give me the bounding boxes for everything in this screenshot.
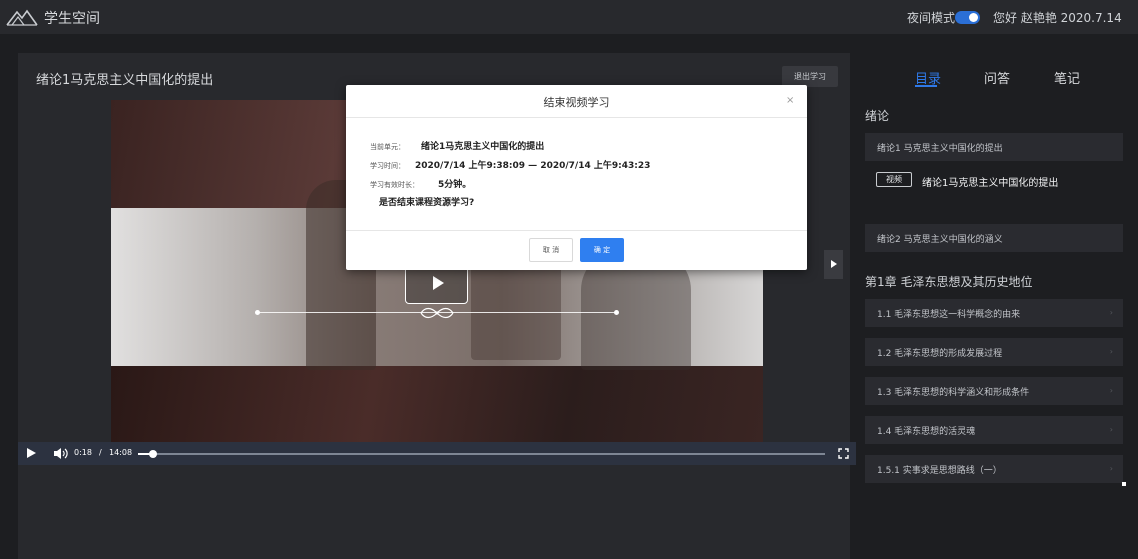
lesson-title: 绪论1马克思主义中国化的提出 bbox=[36, 73, 214, 88]
tab-qa[interactable]: 问答 bbox=[984, 68, 1010, 87]
exit-study-button[interactable]: 退出学习 bbox=[782, 66, 838, 87]
mountain-logo-icon bbox=[6, 9, 38, 26]
progress-thumb[interactable] bbox=[149, 450, 157, 458]
catalog-item[interactable]: 绪论2 马克思主义中国化的涵义 bbox=[865, 224, 1123, 252]
close-icon[interactable]: × bbox=[786, 95, 794, 106]
catalog-item-label: 1.2 毛泽东思想的形成发展过程 bbox=[877, 348, 1003, 359]
catalog-item-label: 1.3 毛泽东思想的科学涵义和形成条件 bbox=[877, 387, 1030, 398]
decorative-dot bbox=[614, 310, 619, 315]
fullscreen-icon[interactable] bbox=[838, 448, 849, 459]
confirm-question: 是否结束课程资源学习? bbox=[379, 198, 475, 208]
chevron-right-icon: › bbox=[1109, 386, 1113, 395]
play-icon[interactable] bbox=[27, 448, 36, 458]
current-video-title[interactable]: 绪论1马克思主义中国化的提出 bbox=[922, 174, 1058, 189]
dialog-divider bbox=[346, 230, 807, 231]
dialog-divider bbox=[346, 117, 807, 118]
catalog-item-label: 绪论1 马克思主义中国化的提出 bbox=[877, 143, 1003, 154]
toggle-knob bbox=[969, 13, 978, 22]
study-time-value: 2020/7/14 上午9:38:09 — 2020/7/14 上午9:43:2… bbox=[415, 161, 651, 171]
catalog-item-label: 1.4 毛泽东思想的活灵魂 bbox=[877, 426, 976, 437]
ornament-icon bbox=[420, 307, 454, 319]
dialog-title: 结束视频学习 bbox=[543, 96, 610, 109]
chevron-right-icon: › bbox=[1109, 464, 1113, 473]
video-controls: 0:18 / 14:08 bbox=[18, 442, 856, 465]
chevron-right-icon: › bbox=[1109, 347, 1113, 356]
sidebar-toggle-arrow[interactable] bbox=[824, 250, 843, 279]
catalog-item[interactable]: 1.2 毛泽东思想的形成发展过程 › bbox=[865, 338, 1123, 366]
active-tab-underline bbox=[915, 85, 937, 87]
effective-duration-value: 5分钟。 bbox=[438, 180, 472, 190]
decorative-dot bbox=[255, 310, 260, 315]
catalog-item[interactable]: 1.1 毛泽东思想这一科学概念的由来 › bbox=[865, 299, 1123, 327]
catalog-item[interactable]: 1.3 毛泽东思想的科学涵义和形成条件 › bbox=[865, 377, 1123, 405]
time-separator: / bbox=[99, 448, 102, 457]
study-time-label: 学习时间： bbox=[370, 162, 405, 170]
video-scene-bottom bbox=[111, 366, 763, 442]
volume-icon[interactable] bbox=[53, 447, 69, 460]
catalog-item[interactable]: 1.4 毛泽东思想的活灵魂 › bbox=[865, 416, 1123, 444]
scroll-marker bbox=[1122, 482, 1126, 486]
top-bar: 学生空间 夜间模式 您好 赵艳艳 2020.7.14 bbox=[0, 0, 1138, 34]
section-title-intro: 绪论 bbox=[865, 109, 890, 123]
catalog-item-label: 1.5.1 实事求是思想路线（一） bbox=[877, 465, 1002, 476]
catalog-item-label: 1.1 毛泽东思想这一科学概念的由来 bbox=[877, 309, 1021, 320]
section-title-chapter1: 第1章 毛泽东思想及其历史地位 bbox=[865, 275, 1033, 289]
video-badge[interactable]: 视频 bbox=[876, 172, 912, 187]
effective-duration-label: 学习有效时长： bbox=[370, 181, 419, 189]
catalog-item[interactable]: 1.5.1 实事求是思想路线（一） › bbox=[865, 455, 1123, 483]
catalog-item[interactable]: 绪论1 马克思主义中国化的提出 bbox=[865, 133, 1123, 161]
catalog-item-label: 绪论2 马克思主义中国化的涵义 bbox=[877, 234, 1003, 245]
user-greeting: 您好 赵艳艳 2020.7.14 bbox=[993, 11, 1122, 25]
night-mode-label: 夜间模式 bbox=[907, 11, 956, 25]
unit-label: 当前单元： bbox=[370, 143, 405, 151]
night-mode-toggle[interactable] bbox=[955, 11, 980, 24]
confirm-button[interactable]: 确 定 bbox=[580, 238, 624, 262]
progress-track[interactable] bbox=[138, 453, 825, 455]
unit-value: 绪论1马克思主义中国化的提出 bbox=[421, 142, 545, 152]
current-time: 0:18 bbox=[74, 448, 92, 457]
app-title: 学生空间 bbox=[44, 11, 100, 27]
chevron-right-icon: › bbox=[1109, 308, 1113, 317]
tab-notes[interactable]: 笔记 bbox=[1054, 68, 1080, 87]
total-duration: 14:08 bbox=[109, 448, 133, 457]
chevron-right-icon: › bbox=[1109, 425, 1113, 434]
cancel-button[interactable]: 取 消 bbox=[529, 238, 573, 262]
end-study-dialog: 结束视频学习 × 当前单元： 绪论1马克思主义中国化的提出 学习时间： 2020… bbox=[346, 85, 807, 270]
